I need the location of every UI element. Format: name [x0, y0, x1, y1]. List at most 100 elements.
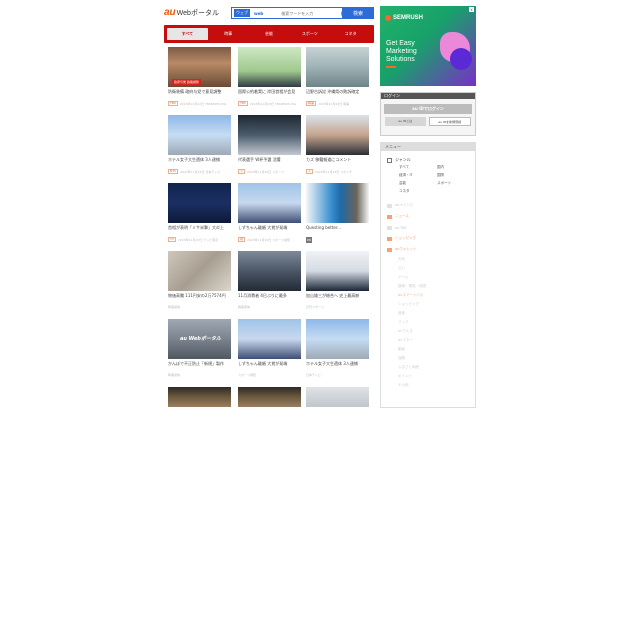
- search-type-tab[interactable]: ウェブ: [234, 9, 250, 17]
- article-card[interactable]: Questing better... PR: [306, 183, 369, 243]
- article-card[interactable]: ホテル女子大生遺体 3人逮捕 日本テレビ: [306, 319, 369, 377]
- login-panel-heading: ログイン: [381, 93, 475, 99]
- register-au-id-button[interactable]: au IDを新規登録: [428, 117, 471, 126]
- genre-link[interactable]: コネタ: [399, 189, 437, 194]
- article-thumbnail[interactable]: [238, 319, 301, 359]
- article-title[interactable]: カズ 移籍報道にコメント: [306, 157, 369, 167]
- article-card[interactable]: 加山雄三が総合へ 史上最高齢 日刊スポーツ: [306, 251, 369, 309]
- article-thumbnail[interactable]: [306, 251, 369, 291]
- article-card[interactable]: [168, 387, 231, 407]
- sub-service-link[interactable]: その他: [398, 381, 475, 390]
- article-card[interactable]: 首相が表明「ミサ米撃」大炎上 TX 2023年11月22日 テレビ東京: [168, 183, 231, 242]
- sub-service-link[interactable]: auでんき: [398, 327, 475, 336]
- article-title[interactable]: Questing better...: [306, 225, 369, 235]
- article-title[interactable]: ホテル女子大生遺体 3人逮捕: [168, 157, 231, 167]
- sub-service-link[interactable]: 動画: [398, 345, 475, 354]
- search-button[interactable]: 検索: [342, 7, 374, 19]
- sub-service-link[interactable]: ブック: [398, 318, 475, 327]
- sub-service-link[interactable]: ゲーム: [398, 273, 475, 282]
- sub-service-link[interactable]: auマネー: [398, 336, 475, 345]
- service-item[interactable]: au PAY: [387, 222, 475, 233]
- article-thumbnail[interactable]: [238, 115, 301, 155]
- article-title[interactable]: 辺野古訴訟 沖縄県の敗訴確定: [306, 89, 369, 99]
- genre-link[interactable]: 芸能: [399, 181, 437, 186]
- article-thumbnail[interactable]: au Webポータル: [168, 319, 231, 359]
- article-thumbnail[interactable]: [306, 115, 369, 155]
- article-card[interactable]: au Webポータル かんぽで不正防止「新規」製作 時事通信: [168, 319, 231, 377]
- sub-service-link[interactable]: 路線・乗換・地図: [398, 282, 475, 291]
- article-thumbnail[interactable]: [306, 47, 369, 87]
- search-input[interactable]: [281, 10, 340, 16]
- article-card[interactable]: [306, 387, 369, 407]
- article-title[interactable]: 加山雄三が総合へ 史上最高齢: [306, 293, 369, 303]
- article-title[interactable]: 防衛装備 政府与党で意見調整: [168, 89, 231, 99]
- tab-4[interactable]: コネタ: [330, 28, 371, 40]
- article-title[interactable]: しずちゃん離婚 大賞が発端: [238, 361, 301, 371]
- article-card[interactable]: しずちゃん離婚 大賞が発端報 2023年11月22日 スポーツ報知: [238, 183, 301, 242]
- article-title[interactable]: 国際公約着実に 岸田首相が会見: [238, 89, 301, 99]
- service-item[interactable]: ショッピング: [387, 233, 475, 244]
- service-item[interactable]: auウォレット: [387, 244, 475, 255]
- sub-service-link[interactable]: auスマートパス: [398, 291, 475, 300]
- article-card[interactable]: しずちゃん離婚 大賞が発端 スポーツ報知: [238, 319, 301, 377]
- tab-2[interactable]: 芸能: [249, 28, 290, 40]
- sub-service-link[interactable]: 天気: [398, 255, 475, 264]
- article-title[interactable]: 物価高騰 111円安の2万7574円: [168, 293, 231, 303]
- tab-1[interactable]: 時事: [208, 28, 249, 40]
- article-card[interactable]: カズ 移籍報道にコメントス 2023年11月22日 スポニチ: [306, 115, 369, 174]
- semrush-brand-text: SEMRUSH: [393, 15, 424, 21]
- au-id-login-button[interactable]: au IDでログイン: [384, 104, 472, 114]
- menu-panel-heading: メニュー: [381, 143, 475, 151]
- genre-link[interactable]: 経済・IT: [399, 173, 437, 178]
- about-au-id-button[interactable]: au IDとは: [385, 117, 426, 126]
- genre-label: ジャンル: [395, 157, 411, 162]
- service-icon: [387, 214, 392, 219]
- article-thumbnail[interactable]: 政府与党 政策調整: [168, 47, 231, 87]
- article-title[interactable]: 11月消費者 4日ぶりに最多: [238, 293, 301, 303]
- article-thumbnail[interactable]: [238, 251, 301, 291]
- article-thumbnail[interactable]: [238, 183, 301, 223]
- source-tag: ス: [306, 169, 314, 174]
- tab-3[interactable]: スポーツ: [289, 28, 330, 40]
- sub-service-link[interactable]: 保険: [398, 354, 475, 363]
- article-card[interactable]: ホテル女子大生遺体 3人逮捕 NTV 2023年11月22日 日本テレビ: [168, 115, 231, 174]
- genre-link[interactable]: 国際: [437, 173, 475, 178]
- article-card[interactable]: [238, 387, 301, 407]
- article-title[interactable]: 首相が表明「ミサ米撃」大炎上: [168, 225, 231, 235]
- sub-service-link[interactable]: ショッピング: [398, 300, 475, 309]
- article-date-source: 2023年11月22日 スポニチ: [315, 169, 353, 174]
- sub-service-link[interactable]: ポイント: [398, 372, 475, 381]
- article-title[interactable]: 代表選手 W杯予選 活躍: [238, 157, 301, 167]
- ad-close-icon[interactable]: x: [469, 7, 474, 12]
- sub-service-link[interactable]: ふるさと納税: [398, 363, 475, 372]
- article-card[interactable]: 物価高騰 111円安の2万7574円 時事通信: [168, 251, 231, 309]
- article-card[interactable]: 11月消費者 4日ぶりに最多 時事通信: [238, 251, 301, 309]
- genre-links: すべて 国内 経済・IT 国際 芸能 スポーツ コネタ: [381, 163, 475, 194]
- article-card[interactable]: 代表選手 W杯予選 活躍ス 2023年11月22日 スポーツ: [238, 115, 301, 174]
- semrush-ad-banner[interactable]: x SEMRUSH Get Easy Marketing Solutions: [380, 6, 476, 86]
- article-thumbnail[interactable]: [238, 47, 301, 87]
- service-item[interactable]: ニュース: [387, 211, 475, 222]
- tab-0[interactable]: すべて: [167, 28, 208, 40]
- article-card[interactable]: 辺野古訴訟 沖縄県の敗訴確定 時事 2023年11月22日 時事: [306, 47, 369, 106]
- genre-link[interactable]: スポーツ: [437, 181, 475, 186]
- article-thumbnail[interactable]: [238, 387, 301, 407]
- sub-service-link[interactable]: 音楽: [398, 309, 475, 318]
- au-web-portal-logo[interactable]: au Webポータル: [164, 7, 219, 19]
- article-title[interactable]: しずちゃん離婚 大賞が発端: [238, 225, 301, 235]
- article-thumbnail[interactable]: [168, 115, 231, 155]
- genre-link[interactable]: 国内: [437, 165, 475, 170]
- sub-service-link[interactable]: 占い: [398, 264, 475, 273]
- article-thumbnail[interactable]: [168, 387, 231, 407]
- article-thumbnail[interactable]: [168, 251, 231, 291]
- article-card[interactable]: 政府与党 政策調整 防衛装備 政府与党で意見調整 TBS 2023年11月22日 TB…: [168, 47, 231, 106]
- article-thumbnail[interactable]: [306, 183, 369, 223]
- service-item[interactable]: auペイシピ: [387, 200, 475, 211]
- article-title[interactable]: ホテル女子大生遺体 3人逮捕: [306, 361, 369, 371]
- article-thumbnail[interactable]: [168, 183, 231, 223]
- article-title[interactable]: かんぽで不正防止「新規」製作: [168, 361, 231, 371]
- genre-link[interactable]: すべて: [399, 165, 437, 170]
- article-card[interactable]: 国際公約着実に 岸田首相が会見 TBS 2023年11月22日 TBSNEWS DI…: [238, 47, 301, 106]
- article-thumbnail[interactable]: [306, 319, 369, 359]
- article-thumbnail[interactable]: [306, 387, 369, 407]
